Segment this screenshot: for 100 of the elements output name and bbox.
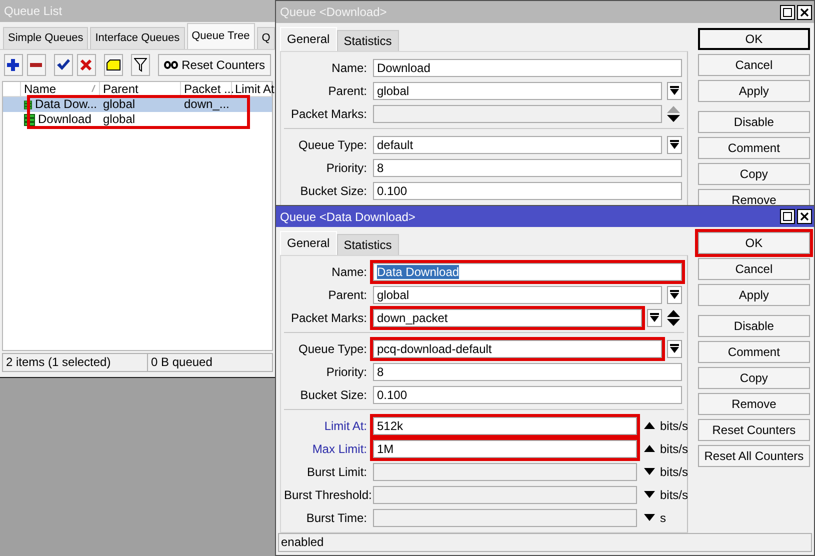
input-field[interactable]: global	[373, 286, 662, 304]
toolbar-button[interactable]	[130, 54, 150, 76]
column-header[interactable]: Parent	[100, 82, 181, 96]
dropdown-button[interactable]	[647, 308, 662, 326]
field-label: Burst Limit:	[306, 464, 368, 480]
maximize-button[interactable]	[780, 4, 795, 20]
field-label: Max Limit:	[311, 440, 368, 458]
close-icon	[800, 8, 809, 16]
table-cell: global	[103, 112, 136, 127]
unit-label: bits/s	[660, 464, 688, 480]
dialog-button[interactable]: Reset All Counters	[698, 445, 810, 467]
tab[interactable]: Interface Queues	[90, 27, 185, 49]
table-cell: global	[103, 97, 136, 112]
table-cell: Download	[38, 112, 92, 127]
status-text: 0 B queued	[150, 354, 214, 371]
input-field[interactable]: Download	[373, 58, 682, 76]
up-down-arrows-icon[interactable]	[666, 106, 680, 122]
close-icon	[800, 212, 809, 221]
close-button[interactable]	[797, 4, 812, 20]
tab[interactable]: Statistics	[336, 234, 399, 255]
input-field[interactable]: down_packet	[373, 308, 642, 326]
dialog-button[interactable]: Apply	[698, 80, 810, 102]
unit-label: bits/s	[660, 418, 688, 434]
dropdown-arrow-icon	[670, 344, 679, 353]
dropdown-button[interactable]	[667, 286, 682, 304]
input-field[interactable]: 0.100	[373, 386, 682, 404]
field-label: Parent:	[327, 82, 368, 100]
dialog-button[interactable]: OK	[698, 232, 810, 254]
field-label: Packet Marks:	[290, 106, 368, 122]
unit-label: bits/s	[660, 486, 688, 504]
column-header[interactable]: Limit At	[232, 82, 272, 96]
input-field[interactable]: global	[373, 82, 662, 100]
reset-counters-button[interactable]: Reset Counters	[158, 54, 271, 76]
input-field[interactable]: 512k	[373, 416, 637, 434]
input-field[interactable]: 8	[373, 362, 682, 380]
dialog-button[interactable]: Disable	[698, 111, 810, 133]
close-button[interactable]	[797, 209, 812, 224]
field-label: Bucket Size:	[299, 182, 368, 200]
up-down-arrows-icon[interactable]	[666, 310, 680, 326]
field-label: Limit At:	[323, 418, 368, 434]
tab[interactable]: Statistics	[336, 30, 399, 51]
tab[interactable]: Simple Queues	[3, 27, 88, 49]
field-label: Name:	[330, 60, 368, 76]
field-label: Burst Time:	[305, 510, 368, 526]
dialog-button[interactable]: Reset Counters	[698, 419, 810, 441]
dropdown-button[interactable]	[667, 136, 682, 154]
field-label: Packet Marks:	[290, 310, 368, 326]
toolbar-button[interactable]	[104, 54, 123, 76]
field-label: Name:	[330, 264, 368, 280]
input-field[interactable]: 8	[373, 158, 682, 176]
table-cell: down_...	[184, 97, 230, 112]
dialog-button[interactable]: Cancel	[698, 54, 810, 76]
window-title: Queue <Download>	[280, 4, 387, 21]
toolbar-button[interactable]	[54, 54, 73, 76]
dropdown-arrow-icon	[670, 140, 679, 149]
input-field[interactable]: pcq-download-default	[373, 340, 662, 358]
window-title: Queue List	[4, 3, 62, 20]
dropdown-button[interactable]	[667, 340, 682, 358]
table-row[interactable]: Data Dow... global down_...	[3, 97, 272, 112]
dialog-button[interactable]: Remove	[698, 393, 810, 415]
queue-icon	[24, 98, 32, 110]
dialog-button[interactable]: Disable	[698, 315, 810, 337]
dropdown-arrow-icon	[650, 313, 659, 322]
note-icon	[106, 58, 121, 70]
plus-icon	[7, 58, 20, 70]
dialog-button[interactable]: Apply	[698, 284, 810, 306]
column-header[interactable]: Packet ...	[181, 82, 232, 96]
dialog-button[interactable]: OK	[698, 28, 810, 50]
tab[interactable]: General	[280, 27, 337, 51]
dropdown-button[interactable]	[667, 82, 682, 100]
maximize-button[interactable]	[780, 209, 795, 224]
toolbar-button[interactable]	[4, 54, 23, 76]
status-bar: enabled	[278, 533, 812, 552]
dialog-button[interactable]: Comment	[698, 137, 810, 159]
field-label: Priority:	[325, 160, 368, 176]
field-label: Queue Type:	[298, 340, 368, 358]
dialog-button[interactable]: Copy	[698, 367, 810, 389]
field-label: Parent:	[327, 286, 368, 304]
field-label: Burst Threshold:	[284, 486, 370, 504]
status-text: 2 items (1 selected)	[3, 354, 148, 371]
unit-label: bits/s	[660, 440, 688, 458]
unit-label: s	[660, 510, 666, 526]
minus-icon	[30, 62, 42, 66]
dialog-button[interactable]: Cancel	[698, 258, 810, 280]
input-field[interactable]: Data Download	[373, 262, 682, 280]
input-field[interactable]: default	[373, 136, 662, 154]
dialog-button[interactable]: Copy	[698, 163, 810, 185]
sort-icon	[91, 85, 96, 92]
check-icon	[56, 59, 70, 70]
counter-icon	[164, 60, 178, 68]
input-field[interactable]: 0.100	[373, 182, 682, 200]
dialog-button[interactable]: Comment	[698, 341, 810, 363]
tab[interactable]: Queue Tree	[186, 23, 255, 49]
tab[interactable]: General	[280, 231, 337, 255]
tab[interactable]: Q	[256, 27, 275, 49]
field-label: Queue Type:	[298, 136, 368, 154]
input-field[interactable]: 1M	[373, 440, 637, 458]
toolbar-button[interactable]	[26, 54, 46, 76]
column-header[interactable]: Name	[21, 82, 100, 96]
window-title: Queue <Data Download>	[280, 208, 416, 226]
